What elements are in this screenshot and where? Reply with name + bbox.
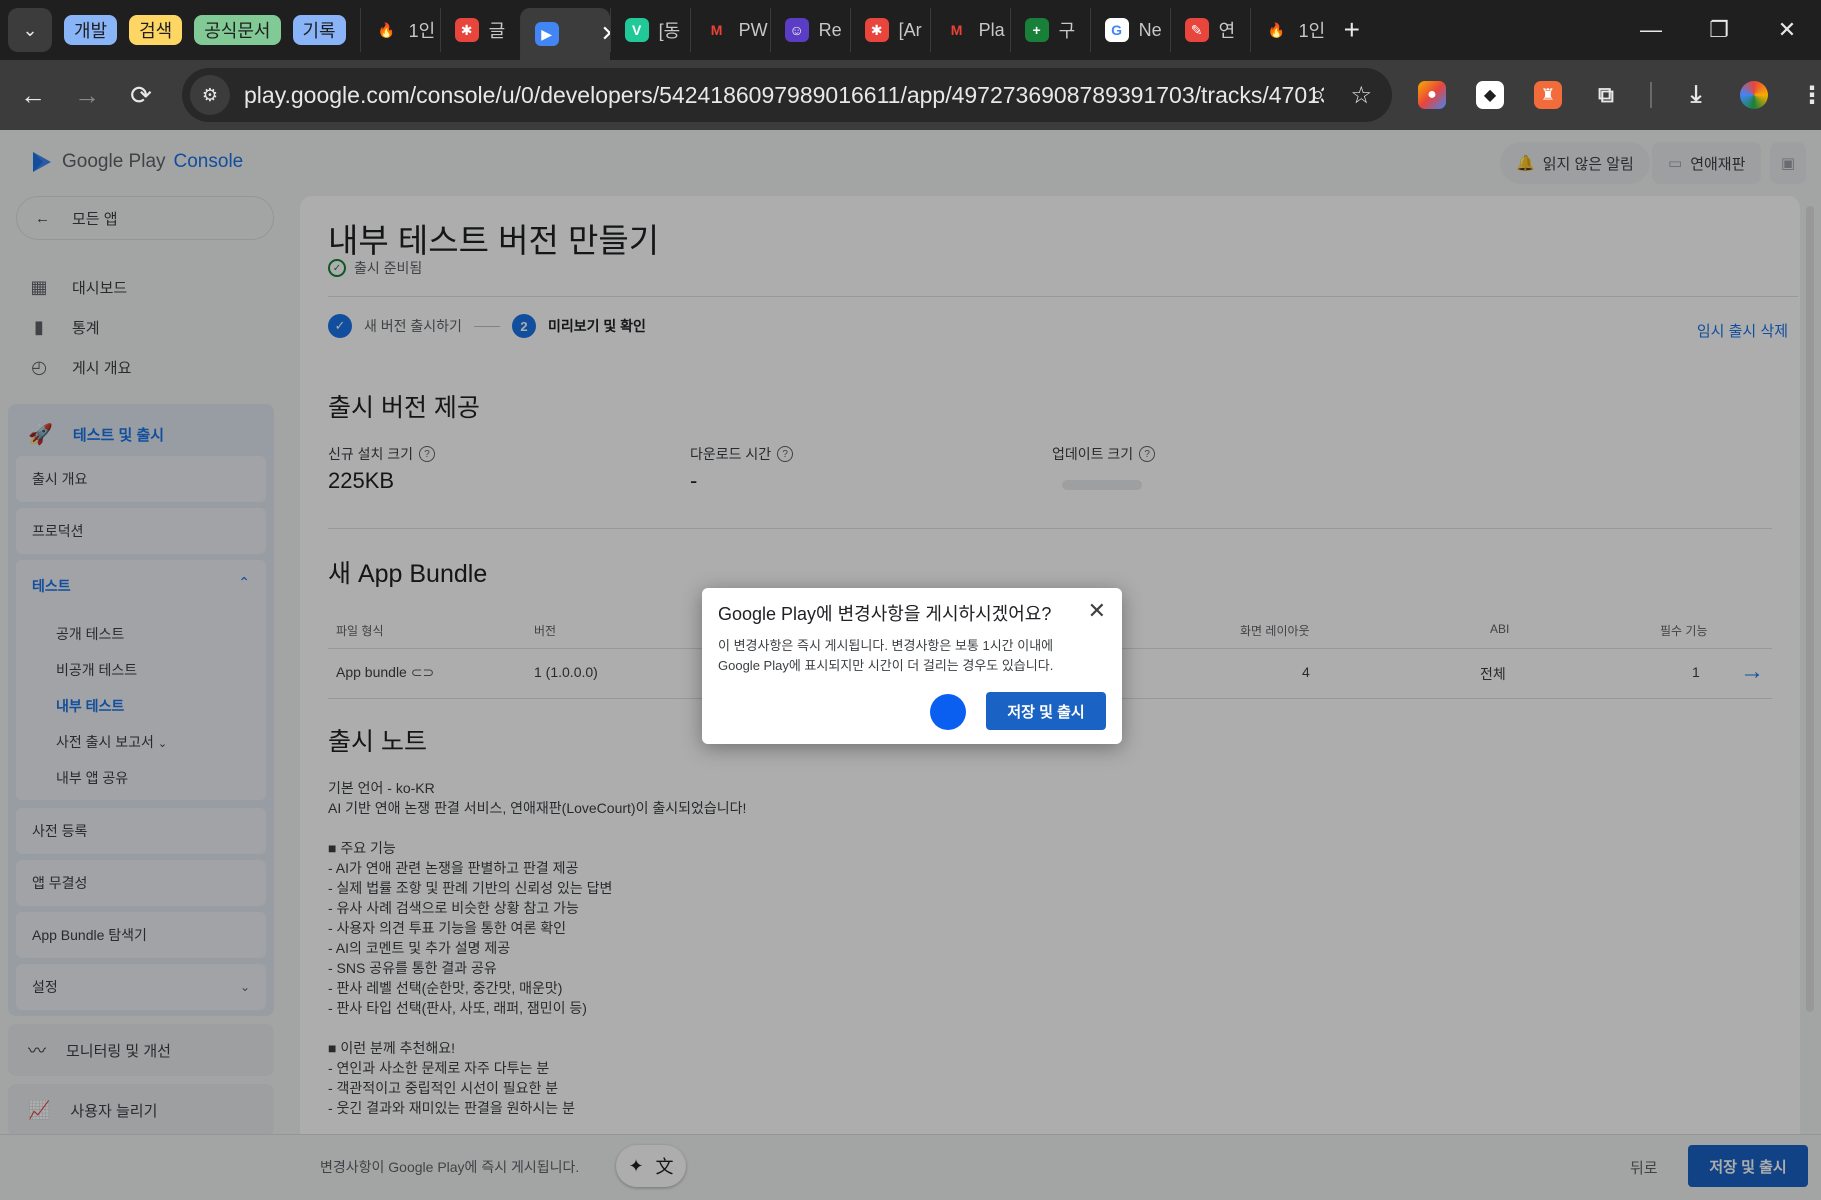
extension-3-icon[interactable]: ♜ [1534,81,1562,109]
browser-tab[interactable]: + 구 [1009,8,1090,52]
tab-group-dev[interactable]: 개발 [64,15,118,45]
extensions-area: ● ◆ ♜ ⧉ ⤓ ⋮ [1418,60,1821,130]
browser-tab[interactable]: 🔥 1인 [359,8,440,52]
tab-favicon-icon: M [710,22,723,38]
close-window-button[interactable]: ✕ [1753,0,1821,60]
tab-title: PW [738,19,768,40]
new-tab-button[interactable]: + [1344,14,1360,46]
tab-title: [Ar [898,19,922,40]
tab-favicon-icon: 🔥 [377,21,396,38]
tab-title: 구 [1058,21,1076,41]
back-button[interactable]: ← [6,68,60,122]
browser-tab[interactable]: ✱ 글 [439,8,520,52]
publish-confirm-dialog: Google Play에 변경사항을 게시하시겠어요? ✕ 이 변경사항은 즉시… [702,588,1122,744]
browser-toolbar: ← → ⟳ ⚙ play.google.com/console/u/0/deve… [0,60,1821,130]
browser-tab[interactable]: M PW [689,8,770,52]
tab-group-docs[interactable]: 공식문서 [194,15,281,45]
browser-tab[interactable]: ✎ 연 [1169,8,1250,52]
window-controls: — ❐ ✕ [1617,0,1821,60]
tab-title: 연 [1218,21,1236,41]
extensions-puzzle-icon[interactable]: ⧉ [1592,81,1620,109]
browser-tab-bar: ⌄ 개발 검색 공식문서 기록 🔥1인✱글▶✕V[동MPW☺Re✱[ArMPla… [0,0,1821,60]
cancel-button[interactable]: 취소 [930,694,966,730]
extension-2-icon[interactable]: ◆ [1476,81,1504,109]
minimize-button[interactable]: — [1617,0,1685,60]
tab-favicon-icon: 🔥 [1267,21,1286,38]
tab-title: Ne [1138,19,1162,40]
zoom-icon[interactable]: ⌕ [1311,81,1324,109]
browser-menu-icon[interactable]: ⋮ [1798,81,1821,109]
tab-favicon-icon: ▶ [534,22,559,46]
tab-favicon-icon: V [624,18,649,42]
forward-button[interactable]: → [60,68,114,122]
close-icon[interactable]: ✕ [1088,598,1106,624]
bookmark-star-icon[interactable]: ☆ [1350,81,1372,110]
browser-tab[interactable]: V [동 [609,8,690,52]
tab-favicon-icon: ☺ [784,18,809,42]
tab-title: 글 [488,21,506,41]
dialog-save-and-release-button[interactable]: 저장 및 출시 [986,692,1106,730]
tab-favicon-icon: + [1024,18,1049,42]
tab-title: Re [818,19,842,40]
tab-favicon-icon: ✎ [1184,18,1209,42]
dialog-body: 이 변경사항은 즉시 게시됩니다. 변경사항은 보통 1시간 이내에 Googl… [718,638,1054,673]
tab-title: 1인 [1298,21,1326,41]
address-bar[interactable]: ⚙ play.google.com/console/u/0/developers… [182,68,1392,122]
tab-title: 1인 [408,21,436,41]
tab-favicon-icon: G [1104,18,1129,42]
dialog-title: Google Play에 변경사항을 게시하시겠어요? [718,604,1052,624]
browser-tab[interactable]: ☺ Re [769,8,850,52]
browser-tab[interactable]: ✱ [Ar [849,8,930,52]
tab-group-search[interactable]: 검색 [129,15,183,45]
tab-favicon-icon: M [950,22,963,38]
browser-tab[interactable]: 🔥 1인 [1249,8,1330,52]
tab-group-records[interactable]: 기록 [292,15,346,45]
tab-search-button[interactable]: ⌄ [8,8,52,52]
tab-favicon-icon: ✱ [864,18,889,42]
browser-tab[interactable]: M Pla [929,8,1010,52]
download-icon[interactable]: ⤓ [1682,81,1710,109]
tab-title: Pla [978,19,1005,40]
profile-avatar[interactable] [1740,81,1768,109]
reload-button[interactable]: ⟳ [114,68,168,122]
extension-1-icon[interactable]: ● [1418,81,1446,109]
tab-favicon-icon: ✱ [454,18,479,42]
close-tab-icon[interactable]: ✕ [601,21,610,47]
browser-tab[interactable]: G Ne [1089,8,1170,52]
tab-title: [동 [658,21,681,41]
browser-tab[interactable]: ▶✕ [519,8,610,60]
chevron-down-icon: ⌄ [22,19,38,40]
url-text[interactable]: play.google.com/console/u/0/developers/5… [244,82,1324,109]
restore-button[interactable]: ❐ [1685,0,1753,60]
site-info-icon[interactable]: ⚙ [190,75,230,115]
